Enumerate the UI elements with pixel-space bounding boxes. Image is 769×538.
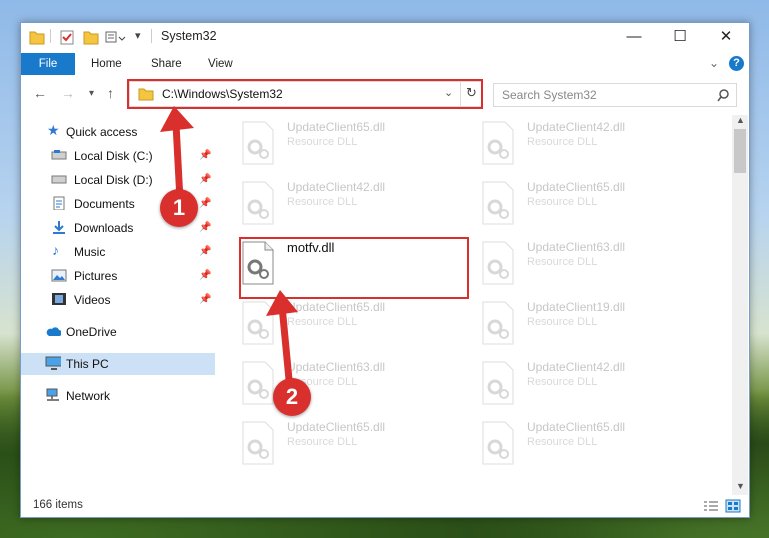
callout-1: 1 <box>160 189 198 227</box>
arrow-head <box>266 290 298 316</box>
annotation-arrows <box>160 106 298 394</box>
arrow-head <box>160 106 194 132</box>
callout-2: 2 <box>273 378 311 416</box>
